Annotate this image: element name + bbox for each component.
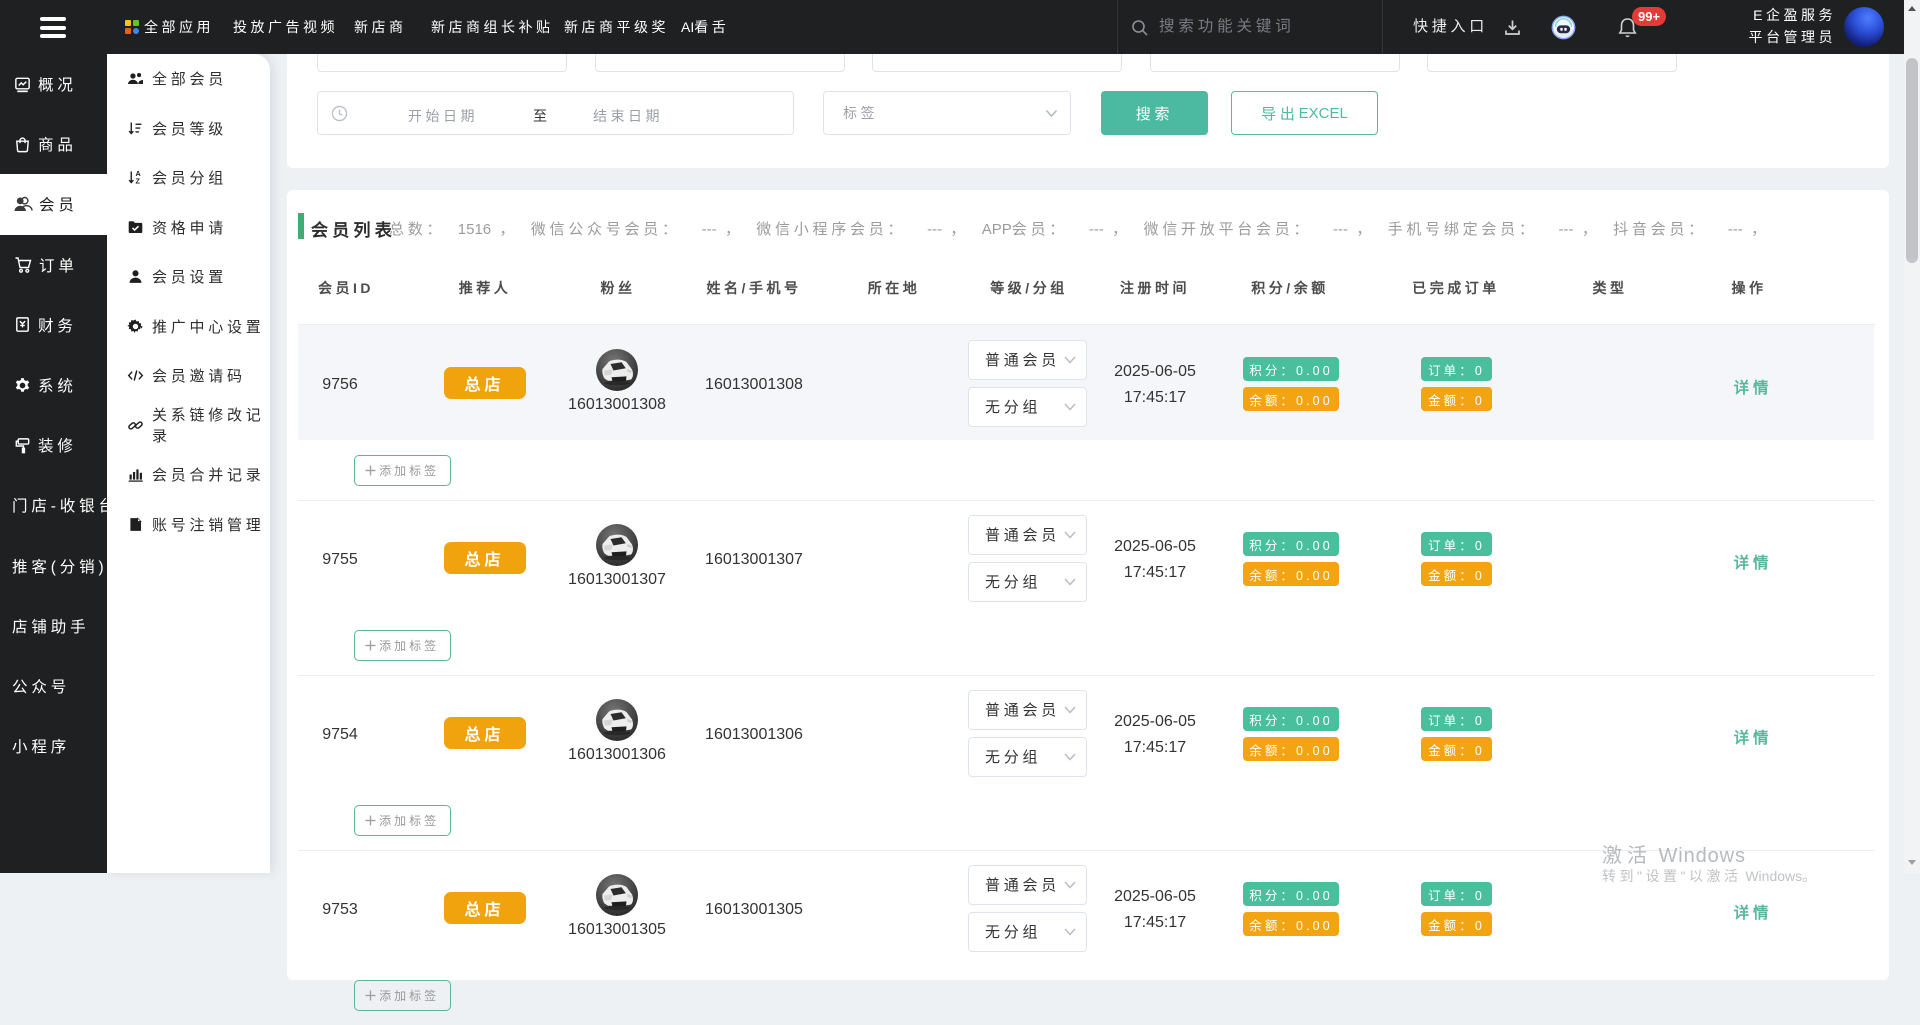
- svg-text:Z: Z: [136, 177, 144, 186]
